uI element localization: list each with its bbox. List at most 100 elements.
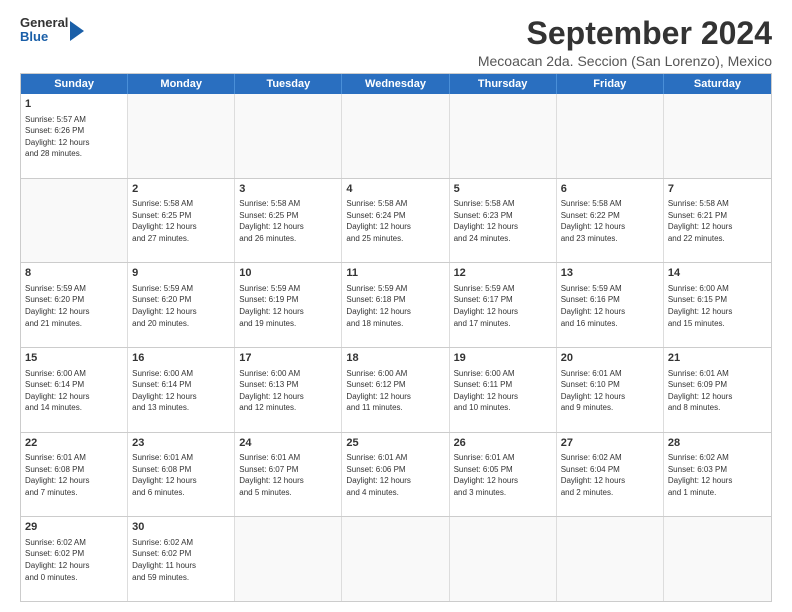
cal-cell: 26Sunrise: 6:01 AMSunset: 6:05 PMDayligh… (450, 433, 557, 517)
cal-cell: 6Sunrise: 5:58 AMSunset: 6:22 PMDaylight… (557, 179, 664, 263)
cal-cell: 11Sunrise: 5:59 AMSunset: 6:18 PMDayligh… (342, 263, 449, 347)
day-info: Sunrise: 5:59 AMSunset: 6:20 PMDaylight:… (25, 283, 123, 329)
calendar-body: 1Sunrise: 5:57 AMSunset: 6:26 PMDaylight… (21, 94, 771, 601)
day-number: 20 (561, 351, 659, 366)
day-number: 29 (25, 520, 123, 535)
cal-cell: 25Sunrise: 6:01 AMSunset: 6:06 PMDayligh… (342, 433, 449, 517)
cal-cell: 24Sunrise: 6:01 AMSunset: 6:07 PMDayligh… (235, 433, 342, 517)
day-number: 30 (132, 520, 230, 535)
cal-cell (557, 517, 664, 601)
cal-cell: 3Sunrise: 5:58 AMSunset: 6:25 PMDaylight… (235, 179, 342, 263)
cal-cell (342, 517, 449, 601)
day-number: 18 (346, 351, 444, 366)
day-info: Sunrise: 5:59 AMSunset: 6:19 PMDaylight:… (239, 283, 337, 329)
day-number: 23 (132, 436, 230, 451)
cal-cell: 18 Sunrise: 6:00 AMSunset: 6:12 PMDayligh… (342, 348, 449, 432)
header: General Blue September 2024 Mecoacan 2da… (20, 16, 772, 69)
header-wednesday: Wednesday (342, 74, 449, 94)
day-number: 27 (561, 436, 659, 451)
cal-cell: 17Sunrise: 6:00 AMSunset: 6:13 PMDayligh… (235, 348, 342, 432)
logo-text: General Blue (20, 16, 68, 45)
day-info: Sunrise: 6:00 AMSunset: 6:14 PMDaylight:… (132, 368, 230, 414)
cal-cell: 20 Sunrise: 6:01 AMSunset: 6:10 PMDayligh… (557, 348, 664, 432)
day-info: Sunrise: 5:58 AMSunset: 6:25 PMDaylight:… (239, 198, 337, 244)
day-number: 9 (132, 266, 230, 281)
cal-cell: 7Sunrise: 5:58 AMSunset: 6:21 PMDaylight… (664, 179, 771, 263)
day-info: Sunrise: 5:58 AMSunset: 6:25 PMDaylight:… (132, 198, 230, 244)
cal-cell (450, 517, 557, 601)
calendar-row-5: 29 Sunrise: 6:02 AMSunset: 6:02 PMDayligh… (21, 516, 771, 601)
day-number: 21 (668, 351, 767, 366)
cal-cell: 9Sunrise: 5:59 AMSunset: 6:20 PMDaylight… (128, 263, 235, 347)
day-info: Sunrise: 6:01 AMSunset: 6:06 PMDaylight:… (346, 452, 444, 498)
logo: General Blue (20, 16, 84, 45)
day-number: 10 (239, 266, 337, 281)
cal-cell (21, 179, 128, 263)
cal-cell: 21 Sunrise: 6:01 AMSunset: 6:09 PMDayligh… (664, 348, 771, 432)
cal-cell: 22Sunrise: 6:01 AMSunset: 6:08 PMDayligh… (21, 433, 128, 517)
calendar-row-0: 1Sunrise: 5:57 AMSunset: 6:26 PMDaylight… (21, 94, 771, 178)
day-info: Sunrise: 6:01 AMSunset: 6:09 PMDaylight:… (668, 368, 767, 414)
page-title: September 2024 (104, 16, 772, 51)
logo-arrow-icon (70, 21, 84, 41)
day-number: 3 (239, 182, 337, 197)
header-thursday: Thursday (450, 74, 557, 94)
day-info: Sunrise: 6:02 AMSunset: 6:02 PMDaylight:… (132, 537, 230, 583)
day-info: Sunrise: 6:01 AMSunset: 6:07 PMDaylight:… (239, 452, 337, 498)
day-number: 8 (25, 266, 123, 281)
header-monday: Monday (128, 74, 235, 94)
cal-cell (342, 94, 449, 178)
day-number: 16 (132, 351, 230, 366)
cal-cell (664, 94, 771, 178)
cal-cell: 13 Sunrise: 5:59 AMSunset: 6:16 PMDayligh… (557, 263, 664, 347)
day-number: 25 (346, 436, 444, 451)
cal-cell: 29Sunrise: 6:02 AMSunset: 6:02 PMDayligh… (21, 517, 128, 601)
cal-cell: 2Sunrise: 5:58 AMSunset: 6:25 PMDaylight… (128, 179, 235, 263)
logo-general: General (20, 16, 68, 30)
day-info: Sunrise: 6:01 AMSunset: 6:08 PMDaylight:… (132, 452, 230, 498)
day-number: 6 (561, 182, 659, 197)
cal-cell: 5Sunrise: 5:58 AMSunset: 6:23 PMDaylight… (450, 179, 557, 263)
cal-cell (664, 517, 771, 601)
cal-cell: 30 Sunrise: 6:02 AMSunset: 6:02 PMDayligh… (128, 517, 235, 601)
day-number: 26 (454, 436, 552, 451)
page-subtitle: Mecoacan 2da. Seccion (San Lorenzo), Mex… (104, 53, 772, 69)
day-number: 13 (561, 266, 659, 281)
cal-cell: 16 Sunrise: 6:00 AMSunset: 6:14 PMDayligh… (128, 348, 235, 432)
day-info: Sunrise: 5:59 AMSunset: 6:16 PMDaylight:… (561, 283, 659, 329)
calendar: Sunday Monday Tuesday Wednesday Thursday… (20, 73, 772, 602)
day-number: 14 (668, 266, 767, 281)
day-info: Sunrise: 6:00 AMSunset: 6:13 PMDaylight:… (239, 368, 337, 414)
day-info: Sunrise: 5:58 AMSunset: 6:22 PMDaylight:… (561, 198, 659, 244)
cal-cell: 1Sunrise: 5:57 AMSunset: 6:26 PMDaylight… (21, 94, 128, 178)
cal-cell (235, 517, 342, 601)
cal-cell: 10 Sunrise: 5:59 AMSunset: 6:19 PMDayligh… (235, 263, 342, 347)
calendar-header: Sunday Monday Tuesday Wednesday Thursday… (21, 74, 771, 94)
logo-blue: Blue (20, 30, 68, 44)
day-info: Sunrise: 6:00 AMSunset: 6:12 PMDaylight:… (346, 368, 444, 414)
calendar-row-1: 2Sunrise: 5:58 AMSunset: 6:25 PMDaylight… (21, 178, 771, 263)
day-number: 4 (346, 182, 444, 197)
day-info: Sunrise: 6:01 AMSunset: 6:10 PMDaylight:… (561, 368, 659, 414)
header-saturday: Saturday (664, 74, 771, 94)
cal-cell: 15Sunrise: 6:00 AMSunset: 6:14 PMDayligh… (21, 348, 128, 432)
cal-cell: 14Sunrise: 6:00 AMSunset: 6:15 PMDayligh… (664, 263, 771, 347)
cal-cell (235, 94, 342, 178)
day-info: Sunrise: 6:01 AMSunset: 6:05 PMDaylight:… (454, 452, 552, 498)
day-info: Sunrise: 5:58 AMSunset: 6:21 PMDaylight:… (668, 198, 767, 244)
day-info: Sunrise: 6:02 AMSunset: 6:03 PMDaylight:… (668, 452, 767, 498)
cal-cell: 23Sunrise: 6:01 AMSunset: 6:08 PMDayligh… (128, 433, 235, 517)
cal-cell: 19Sunrise: 6:00 AMSunset: 6:11 PMDayligh… (450, 348, 557, 432)
day-info: Sunrise: 6:02 AMSunset: 6:04 PMDaylight:… (561, 452, 659, 498)
calendar-row-3: 15Sunrise: 6:00 AMSunset: 6:14 PMDayligh… (21, 347, 771, 432)
cal-cell (557, 94, 664, 178)
cal-cell (450, 94, 557, 178)
calendar-row-4: 22Sunrise: 6:01 AMSunset: 6:08 PMDayligh… (21, 432, 771, 517)
day-number: 5 (454, 182, 552, 197)
title-block: September 2024 Mecoacan 2da. Seccion (Sa… (104, 16, 772, 69)
header-tuesday: Tuesday (235, 74, 342, 94)
day-info: Sunrise: 5:57 AMSunset: 6:26 PMDaylight:… (25, 114, 123, 160)
day-info: Sunrise: 5:58 AMSunset: 6:23 PMDaylight:… (454, 198, 552, 244)
day-info: Sunrise: 6:01 AMSunset: 6:08 PMDaylight:… (25, 452, 123, 498)
page: General Blue September 2024 Mecoacan 2da… (0, 0, 792, 612)
